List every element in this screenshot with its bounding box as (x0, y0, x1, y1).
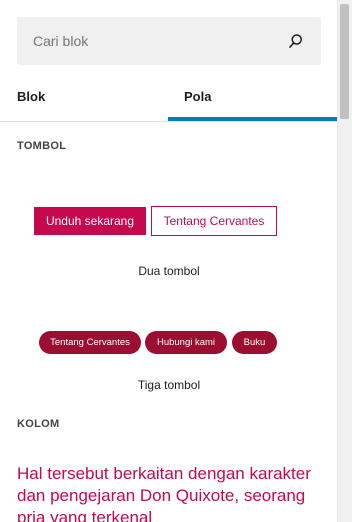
search-input[interactable] (17, 17, 277, 65)
scrollbar-thumb[interactable] (340, 4, 349, 119)
pattern-title-dua-tombol[interactable]: Dua tombol (17, 264, 321, 278)
block-inserter-panel: Blok Pola TOMBOL Unduh sekarang Tentang … (0, 0, 337, 522)
section-heading-tombol: TOMBOL (17, 140, 67, 152)
tab-blok[interactable]: Blok (17, 79, 167, 119)
pattern-title-tiga-tombol[interactable]: Tiga tombol (17, 378, 321, 392)
search-icon[interactable] (287, 32, 305, 50)
search-box (17, 17, 321, 65)
scrollbar[interactable] (337, 0, 352, 522)
pattern-pill-button: Buku (232, 331, 277, 354)
pattern-primary-button: Unduh sekarang (34, 207, 146, 235)
pattern-outline-button: Tentang Cervantes (151, 206, 277, 236)
tab-pola[interactable]: Pola (168, 79, 337, 119)
pattern-pill-button: Hubungi kami (145, 331, 227, 354)
section-heading-kolom: KOLOM (17, 418, 60, 430)
pattern-pill-button: Tentang Cervantes (39, 331, 141, 354)
active-tab-indicator (168, 117, 337, 121)
pattern-preview-kolom-text[interactable]: Hal tersebut berkaitan dengan karakter d… (17, 463, 317, 522)
inserter-tabs: Blok Pola (0, 79, 337, 122)
